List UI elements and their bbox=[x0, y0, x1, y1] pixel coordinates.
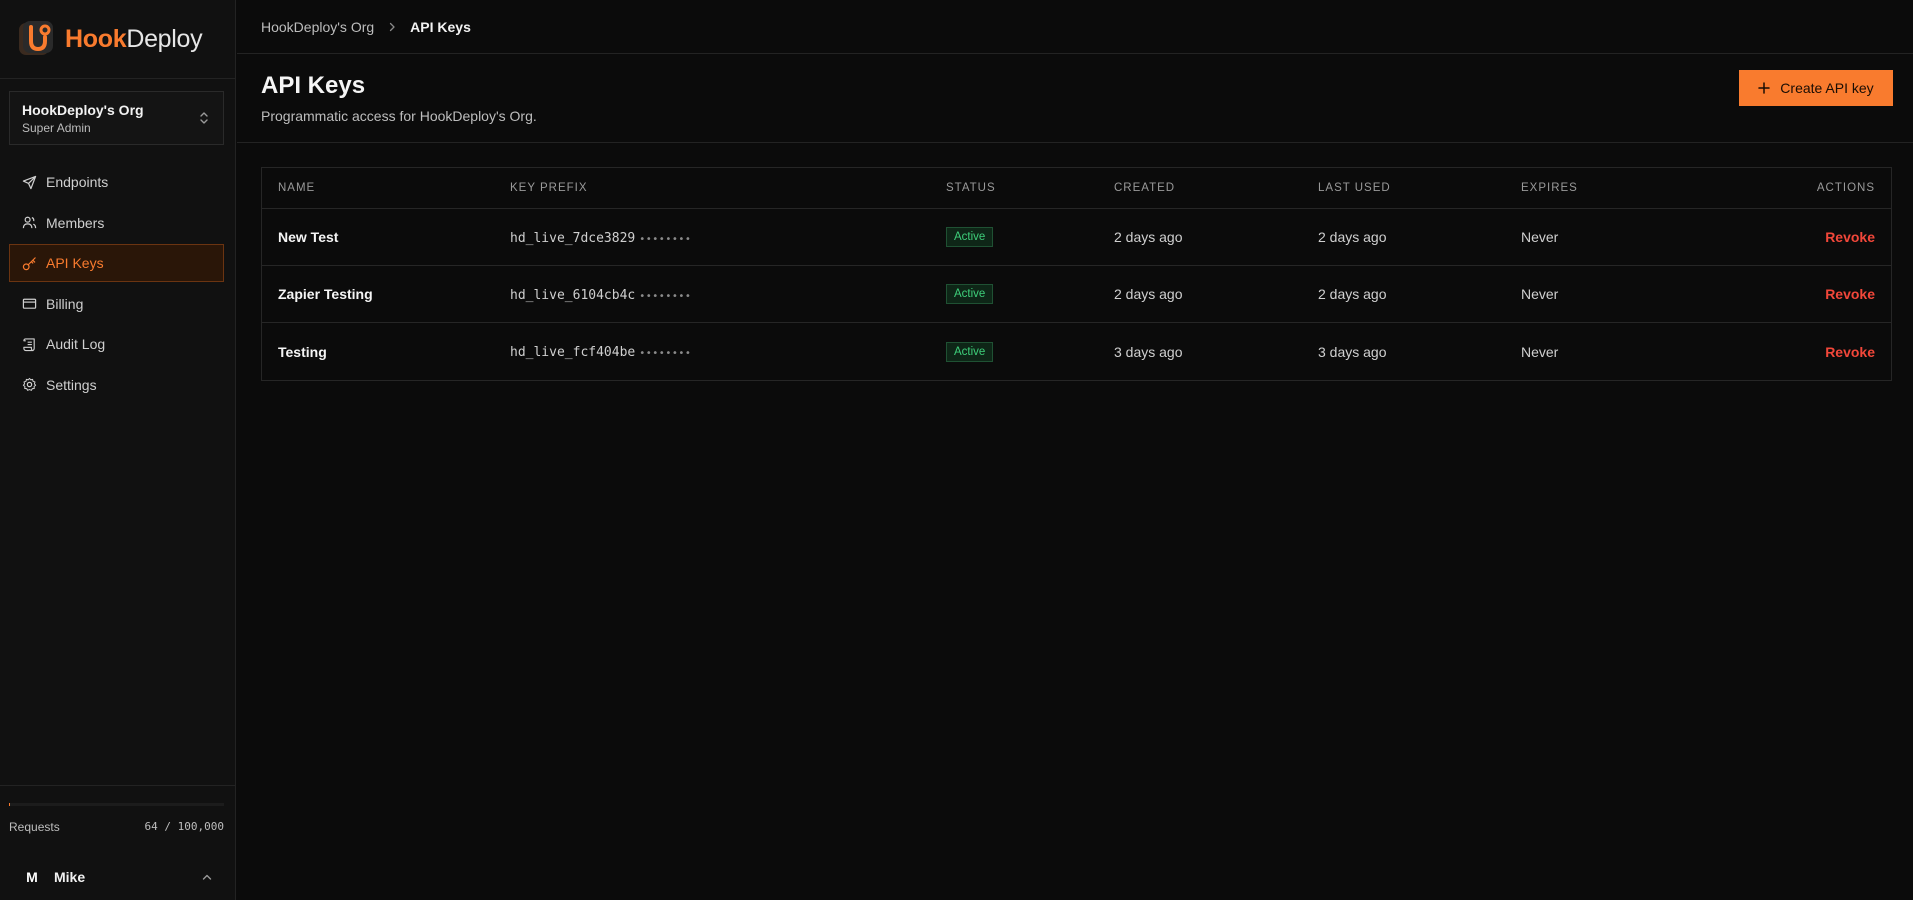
sidebar-footer: Requests 64 / 100,000 M Mike bbox=[0, 785, 236, 900]
brand-name: HookDeploy bbox=[65, 24, 203, 54]
create-api-key-button[interactable]: Create API key bbox=[1739, 70, 1893, 106]
status-badge: Active bbox=[946, 284, 994, 304]
sidebar-item-settings[interactable]: Settings bbox=[9, 366, 224, 404]
sidebar: HookDeploy HookDeploy's Org Super Admin … bbox=[0, 0, 236, 900]
sidebar-item-endpoints[interactable]: Endpoints bbox=[9, 163, 224, 201]
users-icon bbox=[22, 216, 37, 229]
sidebar-item-members[interactable]: Members bbox=[9, 204, 224, 242]
usage-progress-fill bbox=[9, 803, 11, 806]
last-used-value: 2 days ago bbox=[1318, 229, 1387, 245]
sidebar-item-label: Billing bbox=[46, 295, 84, 312]
column-header-key-prefix: KEY PREFIX bbox=[510, 182, 588, 194]
revoke-button[interactable]: Revoke bbox=[1825, 344, 1875, 360]
column-header-last-used: LAST USED bbox=[1318, 182, 1391, 194]
main-content: HookDeploy's Org API Keys API Keys Progr… bbox=[237, 0, 1913, 900]
key-mask: •••••••• bbox=[639, 348, 692, 359]
key-name: Zapier Testing bbox=[278, 286, 373, 302]
created-value: 2 days ago bbox=[1114, 286, 1183, 302]
key-prefix: hd_live_6104cb4c bbox=[510, 287, 636, 303]
status-badge: Active bbox=[946, 227, 994, 247]
usage-value: 64 / 100,000 bbox=[144, 820, 224, 833]
breadcrumb: HookDeploy's Org API Keys bbox=[237, 0, 1913, 54]
sidebar-item-label: Members bbox=[46, 214, 105, 231]
org-switcher[interactable]: HookDeploy's Org Super Admin bbox=[9, 91, 224, 145]
sidebar-item-label: Settings bbox=[46, 376, 97, 393]
breadcrumb-current: API Keys bbox=[410, 18, 471, 35]
key-icon bbox=[22, 256, 36, 270]
hookdeploy-logo-icon bbox=[19, 21, 53, 55]
chevrons-up-down-icon bbox=[200, 112, 208, 124]
expires-value: Never bbox=[1521, 286, 1559, 302]
table-row: Testing hd_live_fcf404be •••••••• Active … bbox=[262, 323, 1891, 380]
column-header-actions: ACTIONS bbox=[1816, 182, 1875, 194]
org-name: HookDeploy's Org bbox=[22, 102, 144, 118]
revoke-button[interactable]: Revoke bbox=[1825, 229, 1875, 245]
key-name: Testing bbox=[278, 343, 327, 360]
created-value: 3 days ago bbox=[1114, 343, 1183, 360]
created-value: 2 days ago bbox=[1114, 229, 1183, 245]
avatar: M bbox=[26, 869, 38, 885]
usage-label: Requests bbox=[9, 820, 60, 834]
brand-part-2: Deploy bbox=[126, 24, 203, 53]
credit-card-icon bbox=[22, 298, 37, 309]
key-prefix: hd_live_fcf404be bbox=[510, 345, 636, 360]
sidebar-item-billing[interactable]: Billing bbox=[9, 285, 224, 323]
usage-row: Requests 64 / 100,000 bbox=[9, 820, 224, 834]
column-header-expires: EXPIRES bbox=[1521, 182, 1578, 194]
sidebar-nav: Endpoints Members API Keys Billing Audit… bbox=[9, 163, 224, 406]
brand-part-1: Hook bbox=[65, 24, 127, 53]
key-mask: •••••••• bbox=[639, 233, 692, 245]
user-name: Mike bbox=[54, 869, 86, 885]
sidebar-item-label: Endpoints bbox=[46, 174, 109, 190]
sidebar-item-api-keys[interactable]: API Keys bbox=[9, 244, 224, 282]
breadcrumb-org-link[interactable]: HookDeploy's Org bbox=[261, 19, 374, 35]
org-role: Super Admin bbox=[22, 121, 91, 135]
logo[interactable]: HookDeploy bbox=[0, 0, 235, 79]
status-badge: Active bbox=[946, 341, 994, 362]
sidebar-item-label: API Keys bbox=[46, 255, 104, 271]
expires-value: Never bbox=[1521, 343, 1559, 360]
table-row: Zapier Testing hd_live_6104cb4c •••••••• … bbox=[262, 266, 1891, 323]
table-header: NAME KEY PREFIX STATUS CREATED LAST USED… bbox=[262, 168, 1891, 209]
api-keys-table: NAME KEY PREFIX STATUS CREATED LAST USED… bbox=[261, 167, 1892, 381]
expires-value: Never bbox=[1521, 229, 1559, 245]
usage-progress-bar bbox=[9, 803, 224, 806]
sidebar-item-audit-log[interactable]: Audit Log bbox=[9, 325, 224, 363]
key-prefix: hd_live_7dce3829 bbox=[510, 230, 636, 246]
last-used-value: 2 days ago bbox=[1318, 286, 1387, 302]
chevron-up-icon bbox=[202, 874, 212, 880]
column-header-created: CREATED bbox=[1114, 182, 1176, 194]
column-header-status: STATUS bbox=[946, 182, 996, 194]
send-icon bbox=[22, 175, 37, 189]
table-row: New Test hd_live_7dce3829 •••••••• Active… bbox=[262, 209, 1891, 266]
page-title: API Keys bbox=[261, 72, 366, 99]
create-api-key-label: Create API key bbox=[1780, 80, 1874, 96]
page-subtitle: Programmatic access for HookDeploy's Org… bbox=[261, 108, 537, 124]
revoke-button[interactable]: Revoke bbox=[1825, 286, 1875, 302]
column-header-name: NAME bbox=[278, 182, 316, 194]
key-mask: •••••••• bbox=[639, 290, 692, 302]
page-header: API Keys Programmatic access for HookDep… bbox=[237, 54, 1913, 143]
gear-icon bbox=[22, 377, 37, 391]
chevron-right-icon bbox=[390, 22, 395, 31]
plus-icon bbox=[1758, 82, 1771, 94]
key-name: New Test bbox=[278, 229, 339, 245]
user-menu[interactable]: M Mike bbox=[9, 864, 224, 890]
scroll-icon bbox=[23, 337, 35, 351]
sidebar-item-label: Audit Log bbox=[46, 336, 106, 352]
last-used-value: 3 days ago bbox=[1318, 343, 1387, 360]
